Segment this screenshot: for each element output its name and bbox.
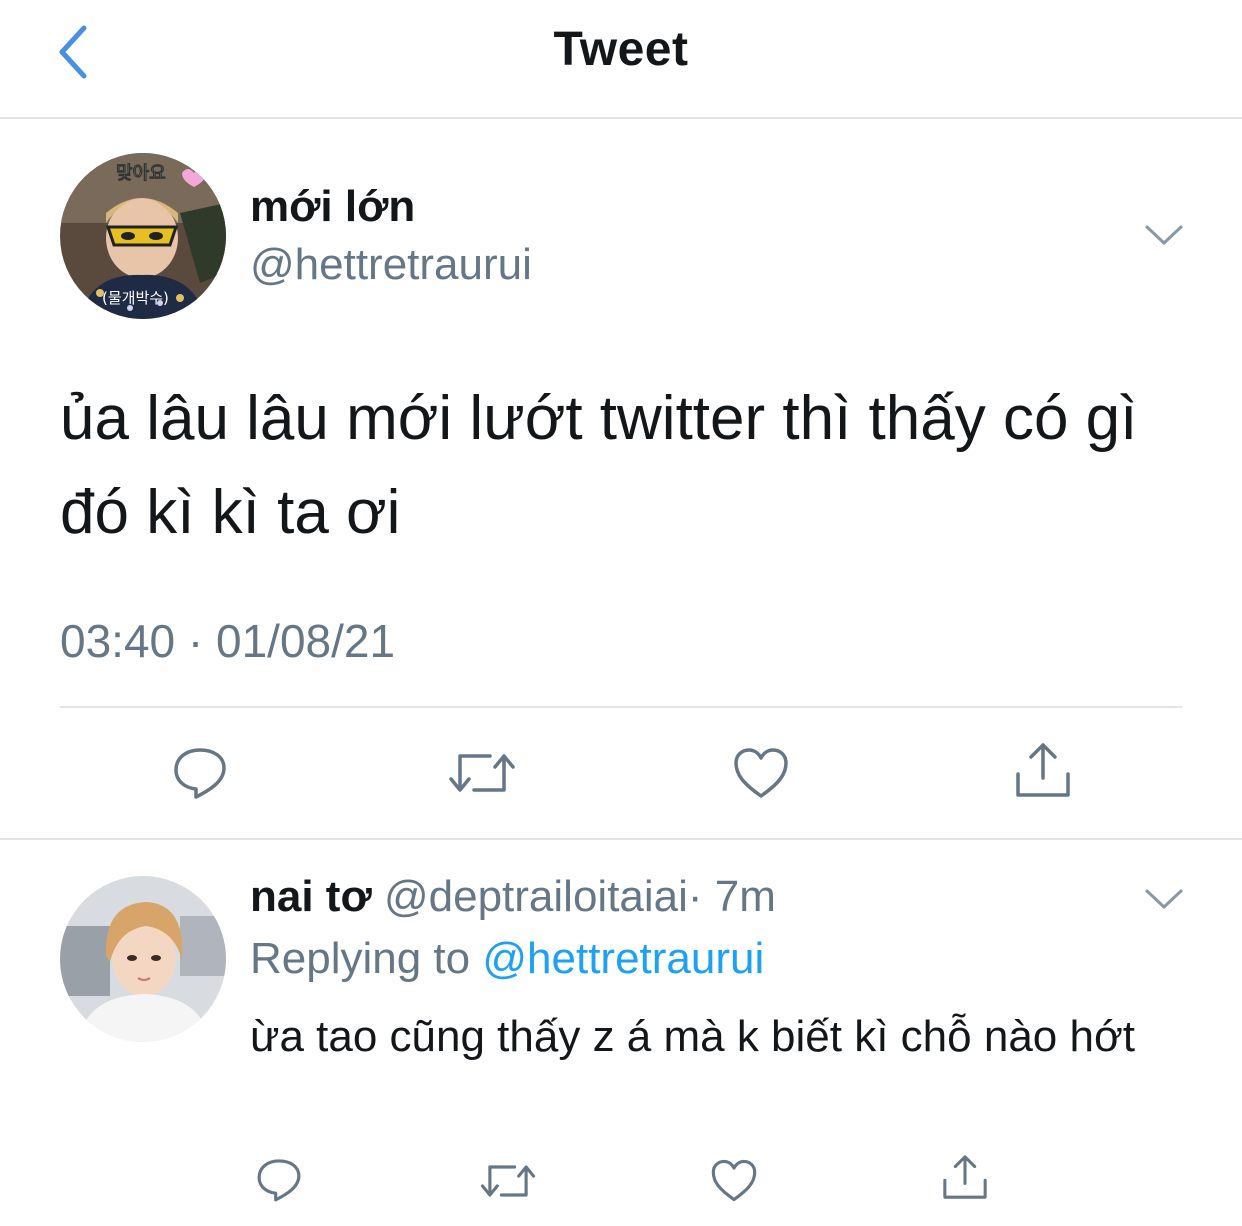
avatar-caption-bottom: (물개박수) [102, 289, 169, 307]
reply-icon [257, 1159, 301, 1202]
reply-handle[interactable]: @deptrailoitaiai [384, 872, 688, 921]
page-title: Tweet [553, 23, 689, 76]
reply-options-button[interactable] [1144, 886, 1184, 917]
replying-to-line: Replying to @hettretraurui [250, 934, 764, 984]
chevron-down-icon [1145, 889, 1183, 909]
reply-retweet-button[interactable] [480, 1160, 536, 1207]
tweet-text: ủa lâu lâu mới lướt twitter thì thấy có … [60, 384, 1138, 547]
divider [60, 706, 1182, 708]
like-button[interactable] [732, 746, 790, 805]
share-button[interactable] [1012, 740, 1074, 805]
reply-display-name[interactable]: nai tơ [250, 872, 372, 921]
reply-like-button[interactable] [710, 1158, 758, 1208]
author-avatar[interactable]: 맞아요 (물개박수) [60, 153, 226, 319]
heart-icon [711, 1159, 757, 1202]
replying-to-mention[interactable]: @hettretraurui [482, 934, 764, 983]
tweet-options-button[interactable] [1144, 222, 1184, 253]
share-icon [943, 1155, 987, 1199]
share-icon [1016, 743, 1070, 797]
author-display-name[interactable]: mới lớn [250, 182, 415, 232]
author-handle[interactable]: @hettretraurui [250, 240, 532, 290]
heart-icon [734, 748, 788, 798]
reply-time: · 7m [687, 872, 776, 921]
reply-author-avatar[interactable] [60, 876, 226, 1042]
reply-icon [174, 748, 226, 799]
chevron-down-icon [1145, 225, 1183, 245]
retweet-button[interactable] [448, 748, 516, 803]
retweet-icon [449, 754, 515, 792]
replying-to-label: Replying to [250, 934, 471, 983]
reply-author-line: nai tơ @deptrailoitaiai· 7m [250, 872, 776, 922]
reply-button[interactable] [170, 744, 230, 807]
retweet-icon [480, 1165, 536, 1197]
reply-text: ừa tao cũng thấy z á mà k biết kì chỗ nà… [250, 1012, 1136, 1061]
reply-share-button[interactable] [940, 1152, 990, 1207]
avatar-caption-top: 맞아요 [116, 163, 166, 184]
reply-reply-button[interactable] [254, 1156, 304, 1209]
tweet-timestamp: 03:40 · 01/08/21 [60, 615, 396, 667]
divider [0, 838, 1242, 840]
